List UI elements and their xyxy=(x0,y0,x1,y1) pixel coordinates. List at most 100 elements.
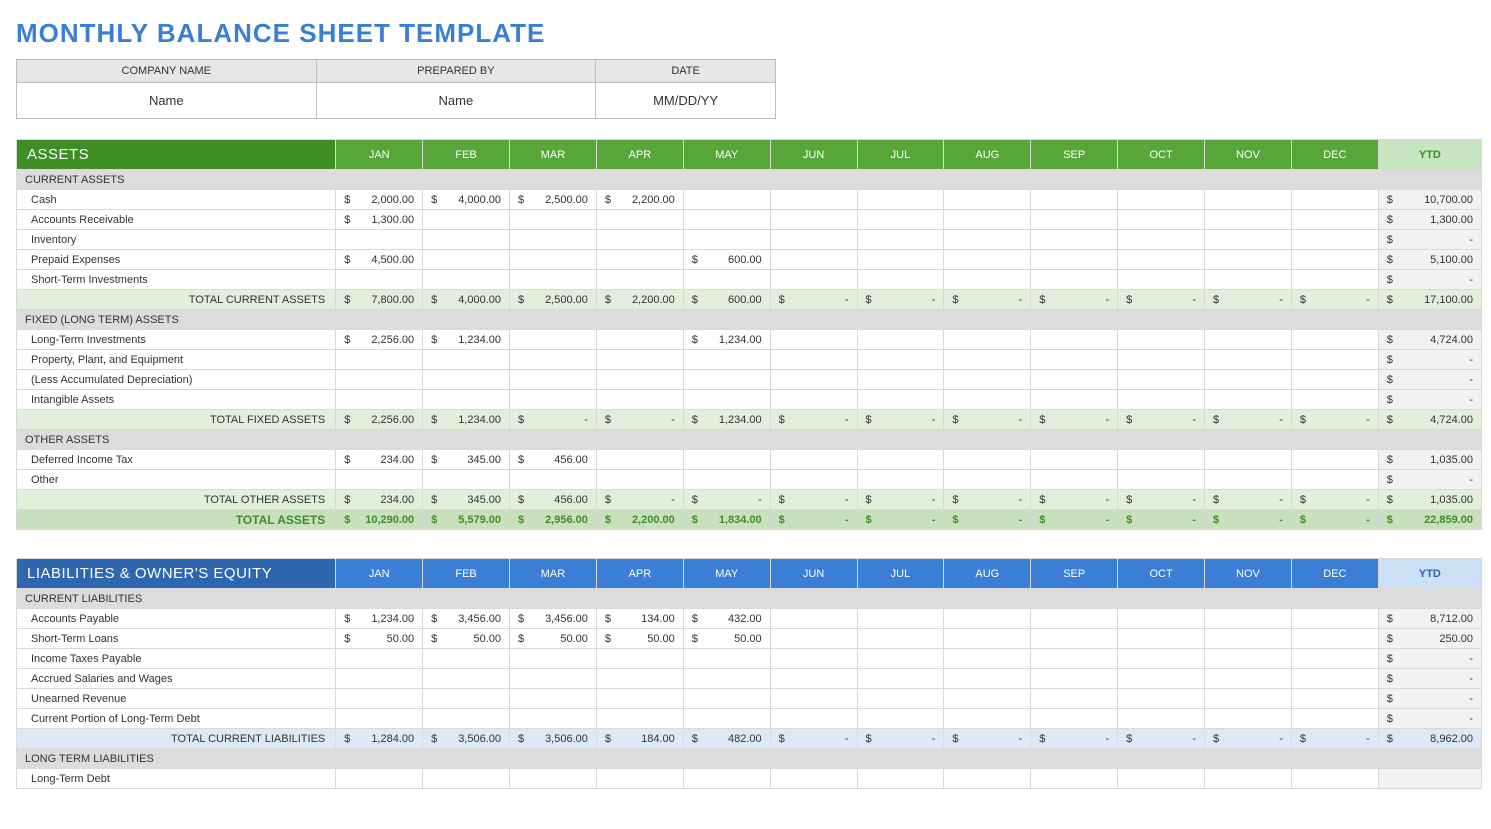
ytd-cell[interactable]: $- xyxy=(1378,230,1481,250)
ytd-cell[interactable]: $- xyxy=(1378,390,1481,410)
data-cell[interactable] xyxy=(596,250,683,270)
data-cell[interactable]: $2,500.00 xyxy=(510,190,597,210)
data-cell[interactable] xyxy=(336,669,423,689)
data-cell[interactable] xyxy=(770,250,857,270)
data-cell[interactable] xyxy=(683,769,770,789)
data-cell[interactable] xyxy=(596,709,683,729)
subtotal-cell[interactable]: $- xyxy=(770,290,857,310)
data-cell[interactable] xyxy=(683,210,770,230)
data-cell[interactable] xyxy=(857,470,944,490)
subtotal-ytd[interactable]: $17,100.00 xyxy=(1378,290,1481,310)
subtotal-cell[interactable]: $3,506.00 xyxy=(423,729,510,749)
data-cell[interactable] xyxy=(1205,450,1292,470)
data-cell[interactable] xyxy=(510,210,597,230)
subtotal-cell[interactable]: $345.00 xyxy=(423,490,510,510)
subtotal-cell[interactable]: $1,234.00 xyxy=(683,410,770,430)
data-cell[interactable] xyxy=(1031,669,1118,689)
data-cell[interactable] xyxy=(1205,350,1292,370)
data-cell[interactable] xyxy=(1031,330,1118,350)
data-cell[interactable] xyxy=(683,390,770,410)
data-cell[interactable] xyxy=(423,470,510,490)
data-cell[interactable] xyxy=(1205,190,1292,210)
data-cell[interactable] xyxy=(1031,190,1118,210)
ytd-cell[interactable]: $1,035.00 xyxy=(1378,450,1481,470)
data-cell[interactable] xyxy=(336,649,423,669)
data-cell[interactable] xyxy=(683,370,770,390)
subtotal-cell[interactable]: $- xyxy=(596,410,683,430)
data-cell[interactable] xyxy=(1205,330,1292,350)
data-cell[interactable] xyxy=(944,330,1031,350)
data-cell[interactable] xyxy=(510,769,597,789)
data-cell[interactable] xyxy=(1031,270,1118,290)
data-cell[interactable]: $50.00 xyxy=(336,629,423,649)
data-cell[interactable]: $50.00 xyxy=(510,629,597,649)
data-cell[interactable] xyxy=(857,330,944,350)
data-cell[interactable] xyxy=(944,769,1031,789)
data-cell[interactable] xyxy=(596,270,683,290)
data-cell[interactable] xyxy=(596,769,683,789)
data-cell[interactable] xyxy=(336,370,423,390)
data-cell[interactable] xyxy=(423,250,510,270)
data-cell[interactable] xyxy=(857,709,944,729)
data-cell[interactable] xyxy=(857,649,944,669)
data-cell[interactable] xyxy=(336,230,423,250)
data-cell[interactable] xyxy=(510,689,597,709)
data-cell[interactable] xyxy=(1291,470,1378,490)
subtotal-cell[interactable]: $- xyxy=(944,290,1031,310)
data-cell[interactable] xyxy=(336,689,423,709)
data-cell[interactable] xyxy=(510,270,597,290)
data-cell[interactable]: $1,234.00 xyxy=(423,330,510,350)
data-cell[interactable] xyxy=(944,390,1031,410)
data-cell[interactable] xyxy=(423,210,510,230)
data-cell[interactable] xyxy=(510,230,597,250)
subtotal-cell[interactable]: $- xyxy=(1291,290,1378,310)
data-cell[interactable] xyxy=(770,470,857,490)
data-cell[interactable] xyxy=(1118,270,1205,290)
data-cell[interactable] xyxy=(770,709,857,729)
data-cell[interactable] xyxy=(510,669,597,689)
data-cell[interactable] xyxy=(770,190,857,210)
data-cell[interactable] xyxy=(857,190,944,210)
data-cell[interactable] xyxy=(1031,210,1118,230)
info-value-prepared[interactable]: Name xyxy=(316,83,596,119)
subtotal-cell[interactable]: $- xyxy=(596,490,683,510)
grand-cell[interactable]: $- xyxy=(1291,510,1378,530)
data-cell[interactable] xyxy=(423,350,510,370)
data-cell[interactable] xyxy=(1291,210,1378,230)
data-cell[interactable] xyxy=(1031,709,1118,729)
data-cell[interactable] xyxy=(944,470,1031,490)
subtotal-cell[interactable]: $184.00 xyxy=(596,729,683,749)
data-cell[interactable] xyxy=(1118,250,1205,270)
subtotal-cell[interactable]: $1,284.00 xyxy=(336,729,423,749)
data-cell[interactable] xyxy=(857,270,944,290)
data-cell[interactable] xyxy=(1291,230,1378,250)
data-cell[interactable] xyxy=(857,689,944,709)
data-cell[interactable] xyxy=(596,350,683,370)
grand-cell[interactable]: $- xyxy=(770,510,857,530)
data-cell[interactable] xyxy=(683,230,770,250)
data-cell[interactable] xyxy=(944,350,1031,370)
data-cell[interactable] xyxy=(944,709,1031,729)
data-cell[interactable] xyxy=(1291,330,1378,350)
data-cell[interactable] xyxy=(1205,629,1292,649)
data-cell[interactable] xyxy=(510,649,597,669)
subtotal-cell[interactable]: $- xyxy=(1118,490,1205,510)
data-cell[interactable] xyxy=(1291,769,1378,789)
data-cell[interactable] xyxy=(596,450,683,470)
data-cell[interactable]: $456.00 xyxy=(510,450,597,470)
grand-ytd[interactable]: $22,859.00 xyxy=(1378,510,1481,530)
data-cell[interactable]: $4,000.00 xyxy=(423,190,510,210)
subtotal-cell[interactable]: $- xyxy=(770,490,857,510)
data-cell[interactable] xyxy=(1205,669,1292,689)
data-cell[interactable] xyxy=(596,470,683,490)
data-cell[interactable] xyxy=(1031,649,1118,669)
data-cell[interactable] xyxy=(770,689,857,709)
data-cell[interactable] xyxy=(1291,609,1378,629)
data-cell[interactable] xyxy=(1291,669,1378,689)
subtotal-cell[interactable]: $2,256.00 xyxy=(336,410,423,430)
data-cell[interactable] xyxy=(423,370,510,390)
data-cell[interactable] xyxy=(423,689,510,709)
ytd-cell[interactable]: $- xyxy=(1378,689,1481,709)
data-cell[interactable] xyxy=(1291,350,1378,370)
grand-cell[interactable]: $2,956.00 xyxy=(510,510,597,530)
